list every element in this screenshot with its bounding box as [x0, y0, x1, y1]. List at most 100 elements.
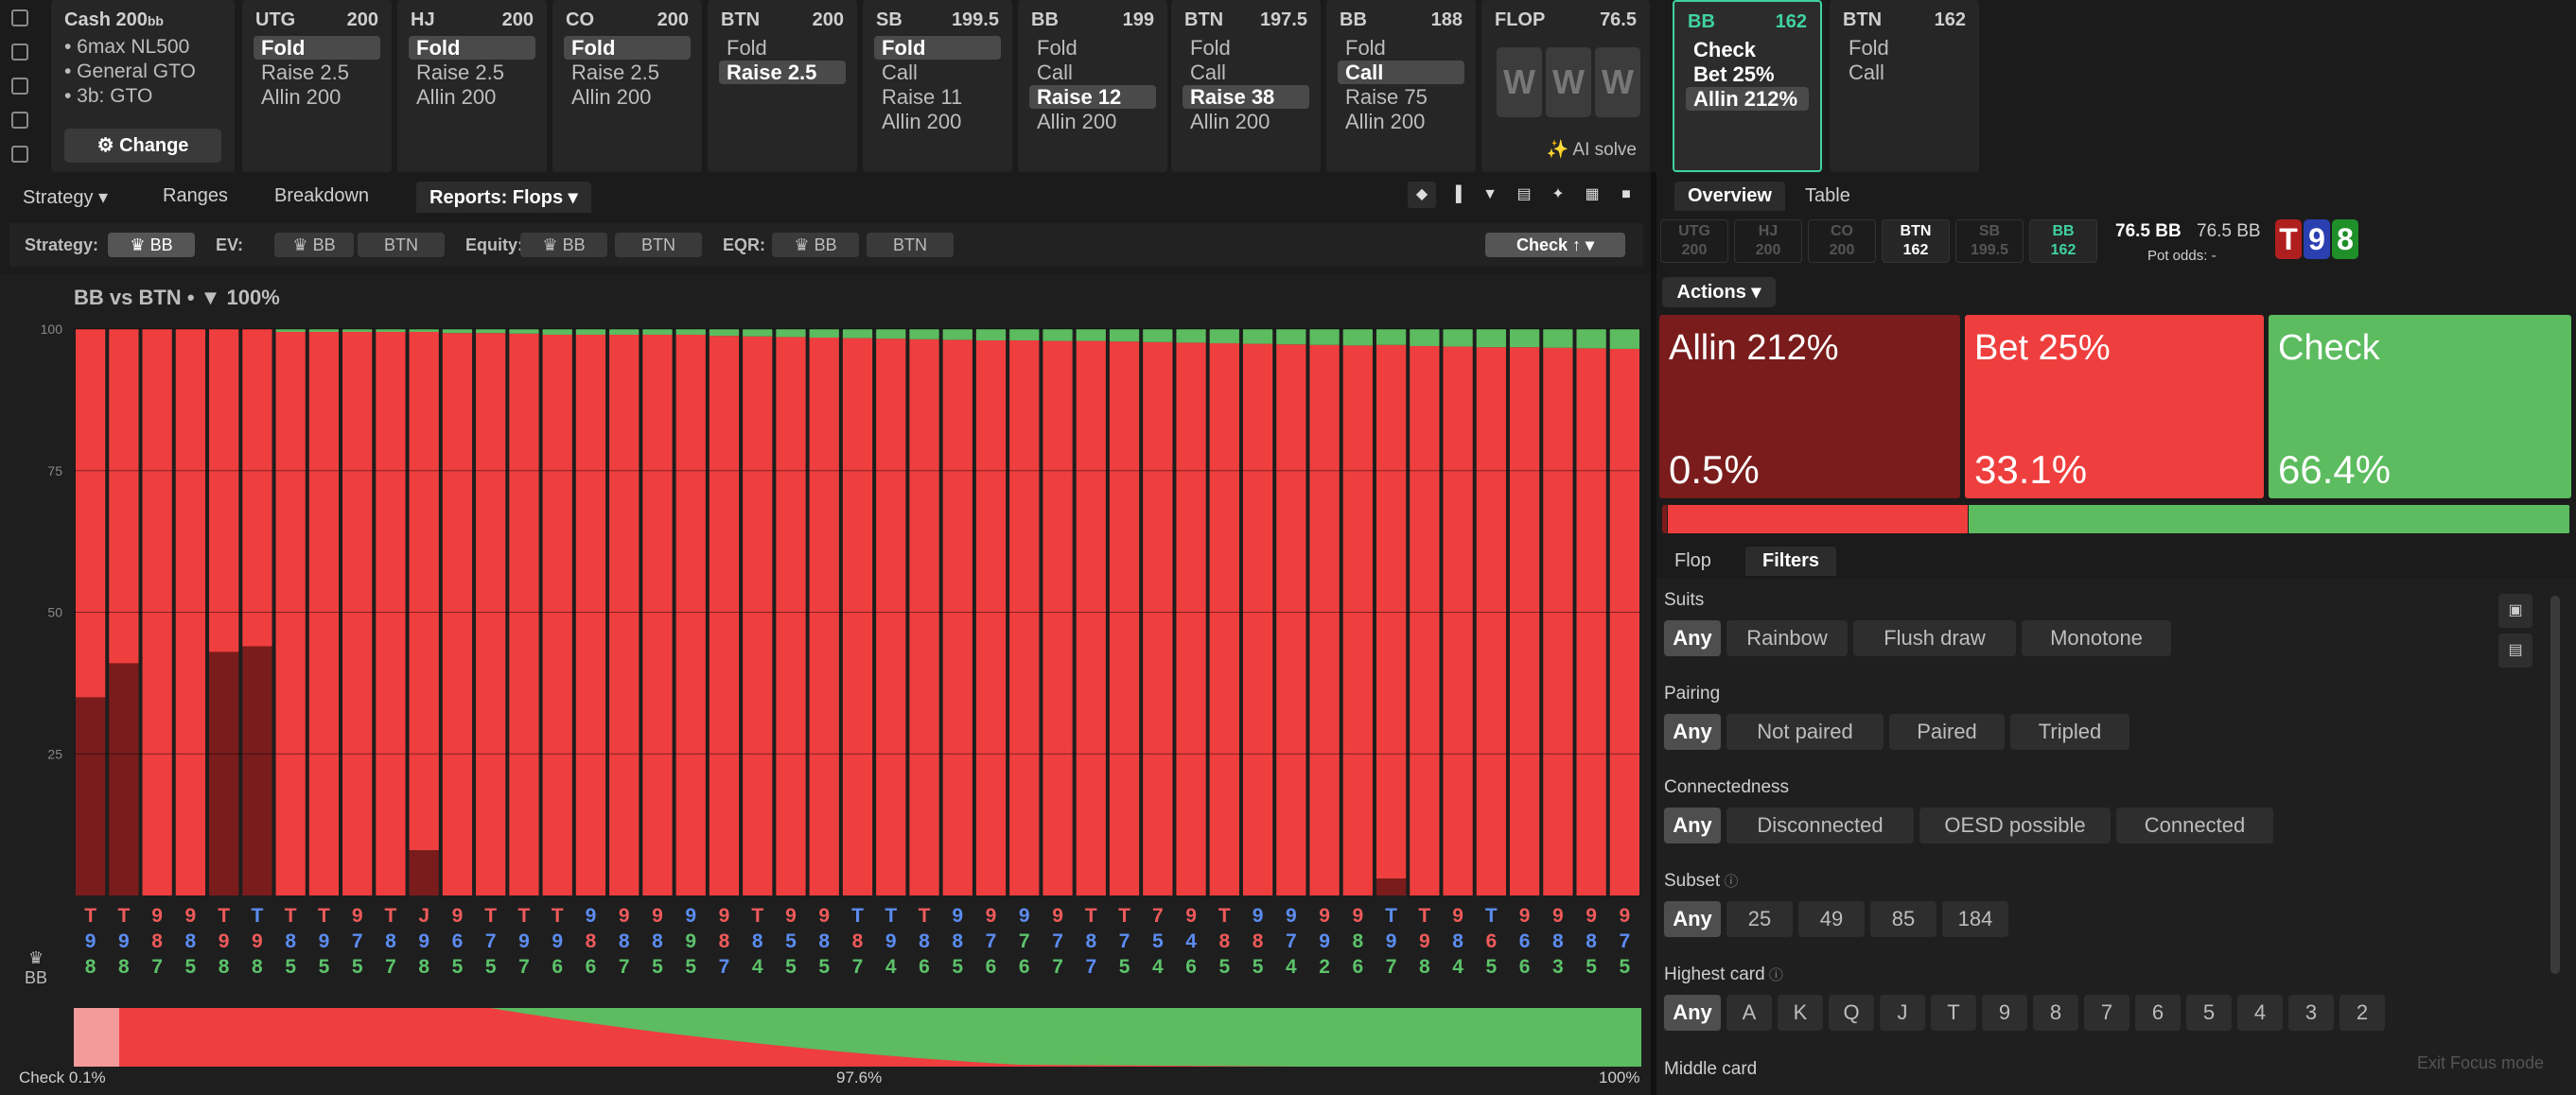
filter-option[interactable]: Paired: [1889, 714, 2005, 750]
action-option[interactable]: Allin 212%: [1686, 87, 1809, 111]
action-option[interactable]: Allin 200: [564, 85, 691, 109]
bar-segment-bet[interactable]: [109, 329, 139, 664]
filter-icon[interactable]: ▼: [1476, 182, 1504, 208]
position-card-bb[interactable]: BB 199 Fold Call Raise 12 Allin 200: [1018, 0, 1167, 172]
filter-option[interactable]: Tripled: [2010, 714, 2129, 750]
bar-segment-check[interactable]: [1009, 329, 1040, 340]
bar-segment-bet[interactable]: [509, 333, 539, 895]
eqr-btn-chip[interactable]: BTN: [867, 233, 954, 257]
bar-segment-bet[interactable]: [1443, 346, 1473, 896]
bar-segment-check[interactable]: [975, 329, 1007, 340]
bar-segment-bet[interactable]: [409, 331, 439, 851]
bar-segment-check[interactable]: [909, 329, 939, 339]
bar-segment-check[interactable]: [1543, 329, 1573, 348]
bar-segment-bet[interactable]: [542, 334, 572, 895]
board-card[interactable]: T: [2275, 219, 2302, 259]
bar-segment-check[interactable]: [1176, 329, 1206, 343]
action-option[interactable]: Raise 2.5: [719, 61, 846, 84]
bar-segment-allin[interactable]: [109, 663, 139, 895]
board-card[interactable]: 9: [2304, 219, 2330, 259]
position-card-hj[interactable]: HJ 200 Fold Raise 2.5 Allin 200: [397, 0, 547, 172]
filter-option[interactable]: 85: [1870, 901, 1936, 937]
bar-chart-icon[interactable]: ▐: [1442, 182, 1470, 208]
actions-dropdown[interactable]: Actions ▾: [1662, 277, 1776, 307]
filter-option[interactable]: 8: [2033, 995, 2078, 1031]
position-card-btn[interactable]: BTN 200 Fold Raise 2.5: [708, 0, 857, 172]
bar-segment-bet[interactable]: [642, 334, 673, 895]
filter-option[interactable]: Monotone: [2022, 620, 2171, 656]
tab-breakdown[interactable]: Breakdown: [274, 185, 369, 207]
bar-segment-check[interactable]: [743, 329, 773, 337]
bar-segment-check[interactable]: [1609, 329, 1639, 349]
bar-segment-bet[interactable]: [675, 334, 706, 895]
action-option[interactable]: Call: [874, 61, 1001, 84]
action-option[interactable]: Allin 200: [1338, 110, 1464, 133]
filter-option[interactable]: 3: [2288, 995, 2334, 1031]
expand-icon[interactable]: ✦: [1544, 182, 1572, 208]
grid-icon[interactable]: ▦: [1578, 182, 1606, 208]
position-chip-bb[interactable]: BB 162: [2029, 219, 2097, 263]
bar-segment-check[interactable]: [1509, 329, 1540, 348]
layers-icon[interactable]: [11, 146, 28, 163]
bar-segment-bet[interactable]: [1476, 347, 1506, 896]
bar-segment-check[interactable]: [1276, 329, 1306, 345]
bar-segment-bet[interactable]: [709, 336, 740, 895]
eqr-bb-chip[interactable]: ♛ BB: [772, 233, 859, 257]
bar-segment-bet[interactable]: [1109, 341, 1140, 896]
equity-btn-chip[interactable]: BTN: [615, 233, 702, 257]
tab-flop[interactable]: Flop: [1674, 550, 1711, 572]
bar-segment-check[interactable]: [1410, 329, 1440, 346]
filter-option[interactable]: OESD possible: [1919, 808, 2111, 843]
board-card[interactable]: 8: [2332, 219, 2358, 259]
tab-overview[interactable]: Overview: [1674, 182, 1785, 211]
filter-option[interactable]: 49: [1798, 901, 1865, 937]
bar-segment-allin[interactable]: [209, 652, 239, 895]
filter-option[interactable]: Any: [1664, 901, 1721, 937]
filter-option[interactable]: Q: [1829, 995, 1874, 1031]
bar-segment-bet[interactable]: [1543, 347, 1573, 896]
bar-segment-bet[interactable]: [442, 333, 473, 895]
folder-icon[interactable]: ▤: [2498, 634, 2532, 668]
action-option[interactable]: Raise 11: [874, 85, 1001, 109]
bar-segment-bet[interactable]: [308, 331, 340, 895]
bar-segment-bet[interactable]: [809, 337, 839, 895]
card-placeholder[interactable]: W: [1497, 47, 1542, 117]
action-option[interactable]: Fold: [564, 36, 691, 60]
bar-segment-bet[interactable]: [1509, 347, 1540, 896]
bar-segment-check[interactable]: [942, 329, 973, 340]
position-card-bb[interactable]: BB 188 Fold Call Raise 75 Allin 200: [1326, 0, 1476, 172]
bar-segment-check[interactable]: [1309, 329, 1340, 345]
bar-segment-bet[interactable]: [1276, 344, 1306, 896]
bar-segment-allin[interactable]: [76, 697, 106, 895]
bar-segment-check[interactable]: [476, 329, 506, 334]
bar-segment-bet[interactable]: [1076, 340, 1106, 896]
bar-segment-check[interactable]: [1443, 329, 1473, 347]
car-icon[interactable]: [11, 112, 28, 129]
action-option[interactable]: Raise 75: [1338, 85, 1464, 109]
action-option[interactable]: Fold: [874, 36, 1001, 60]
refresh-icon[interactable]: [11, 43, 28, 61]
card-placeholder[interactable]: W: [1546, 47, 1591, 117]
bar-segment-check[interactable]: [876, 329, 906, 339]
action-option[interactable]: Allin 200: [254, 85, 380, 109]
position-card-sb[interactable]: SB 199.5 Fold Call Raise 11 Allin 200: [863, 0, 1012, 172]
bar-segment-bet[interactable]: [876, 339, 906, 896]
filter-option[interactable]: Rainbow: [1726, 620, 1848, 656]
sort-dropdown[interactable]: Check ↑ ▾: [1485, 233, 1625, 257]
bar-segment-check[interactable]: [776, 329, 806, 338]
action-option[interactable]: Fold: [1338, 36, 1464, 60]
filter-option[interactable]: K: [1778, 995, 1823, 1031]
position-chip-utg[interactable]: UTG 200: [1660, 219, 1728, 263]
position-chip-sb[interactable]: SB 199.5: [1955, 219, 2024, 263]
filter-option[interactable]: 9: [1982, 995, 2027, 1031]
bar-segment-bet[interactable]: [242, 329, 272, 647]
cube-icon[interactable]: ◆: [1408, 182, 1436, 208]
folder-icon[interactable]: ▤: [1510, 182, 1538, 208]
position-card-btn[interactable]: BTN 197.5 Fold Call Raise 38 Allin 200: [1171, 0, 1321, 172]
filter-option[interactable]: 2: [2339, 995, 2385, 1031]
filter-option[interactable]: T: [1931, 995, 1976, 1031]
filter-option[interactable]: A: [1726, 995, 1772, 1031]
bar-segment-bet[interactable]: [1376, 344, 1407, 879]
action-option[interactable]: Fold: [409, 36, 535, 60]
action-option[interactable]: Check: [1686, 38, 1809, 61]
